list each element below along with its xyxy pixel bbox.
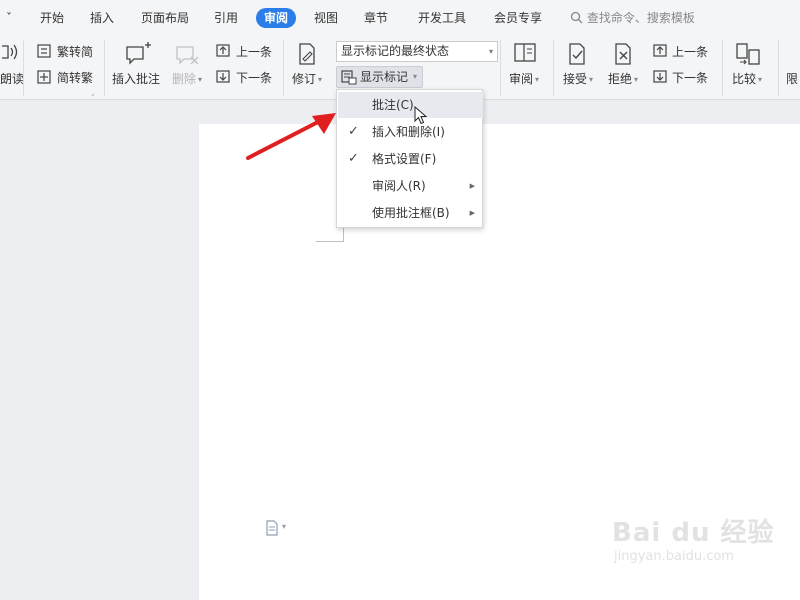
ribbon-separator [553, 40, 554, 96]
reject-change-label: 拒绝 ▾ [608, 72, 639, 86]
tab-home[interactable]: 开始 [40, 8, 64, 28]
chevron-down-icon: ▾ [413, 72, 418, 81]
menu-item-reviewers[interactable]: 审阅人(R) ▶ [338, 173, 483, 199]
ribbon-separator [500, 40, 501, 96]
chevron-down-icon: ▾ [488, 47, 493, 56]
baidu-watermark: Bai du 经验 jingyan.baidu.com [612, 512, 775, 564]
quick-access-more[interactable]: ˇ [6, 8, 12, 28]
chevron-down-icon: ▾ [282, 522, 287, 531]
menu-item-formatting[interactable]: ✓ 格式设置(F) [338, 146, 483, 172]
next-comment-icon [216, 70, 230, 83]
submenu-arrow-icon: ▶ [469, 209, 475, 217]
menu-item-label: 插入和删除(I) [372, 125, 445, 139]
menu-item-label: 使用批注框(B) [372, 206, 450, 220]
ribbon-separator [104, 40, 105, 96]
review-pane-icon [514, 43, 536, 62]
show-markup-menu: 批注(C) ✓ 插入和删除(I) ✓ 格式设置(F) 审阅人(R) ▶ 使用批注… [336, 89, 483, 228]
menu-item-label: 审阅人(R) [372, 179, 426, 193]
compare-icon [736, 43, 760, 65]
mouse-cursor-icon [414, 106, 428, 125]
watermark-brand: Bai du 经验 [612, 518, 775, 548]
insert-comment-label: 插入批注 [112, 72, 161, 86]
tab-sections[interactable]: 章节 [364, 8, 388, 28]
prev-change-icon [653, 44, 667, 57]
trad-to-simp-icon [37, 44, 51, 58]
red-arrow-annotation [246, 113, 336, 160]
tab-bar: ˇ 开始 插入 页面布局 引用 审阅 视图 章节 开发工具 会员专享 查找命令、… [0, 0, 800, 36]
next-change-icon [653, 70, 667, 83]
checkmark-icon: ✓ [348, 124, 359, 139]
tab-developer[interactable]: 开发工具 [418, 8, 466, 28]
simp-to-trad-icon [37, 70, 51, 84]
restrict-editing-label[interactable]: 限 [786, 72, 798, 86]
ribbon-separator [778, 40, 779, 96]
checkmark-icon: ✓ [348, 151, 359, 166]
ribbon-separator [23, 40, 24, 96]
show-markup-icon [341, 70, 357, 85]
show-markup-button[interactable]: 显示标记 ▾ [336, 66, 423, 88]
prev-comment-icon [216, 44, 230, 57]
menu-item-label: 批注(C) [372, 98, 414, 112]
menu-item-balloons[interactable]: 使用批注框(B) ▶ [338, 200, 483, 226]
tab-page-layout[interactable]: 页面布局 [141, 8, 189, 28]
delete-comment-label: 删除 ▾ [172, 72, 203, 86]
review-pane-label: 审阅 ▾ [509, 72, 540, 86]
prev-change-label: 上一条 [672, 45, 709, 59]
compare-label: 比较 ▾ [732, 72, 763, 86]
accept-change-label: 接受 ▾ [563, 72, 594, 86]
next-comment-label: 下一条 [236, 71, 273, 85]
watermark-url: jingyan.baidu.com [614, 549, 734, 564]
tab-insert[interactable]: 插入 [90, 8, 114, 28]
ribbon-separator [283, 40, 284, 96]
search-icon [570, 11, 583, 24]
submenu-arrow-icon: ▶ [469, 182, 475, 190]
insert-comment-icon [126, 42, 151, 65]
page-corner-mark [316, 228, 344, 242]
search-placeholder: 查找命令、搜索模板 [586, 11, 695, 25]
simp-to-trad-label: 简转繁 [57, 71, 94, 85]
tab-view[interactable]: 视图 [314, 8, 338, 28]
markup-state-value: 显示标记的最终状态 [341, 44, 450, 58]
menu-item-insert-delete[interactable]: ✓ 插入和删除(I) [338, 119, 483, 145]
read-aloud-icon [2, 44, 18, 60]
next-change-label: 下一条 [672, 71, 709, 85]
ribbon-separator [722, 40, 723, 96]
markup-state-select[interactable]: 显示标记的最终状态 ▾ [336, 41, 498, 62]
menu-item-comments[interactable]: 批注(C) [338, 92, 483, 118]
show-markup-label: 显示标记 [360, 70, 409, 84]
delete-comment-icon [176, 46, 199, 65]
group-expand-icon[interactable]: ⌟ [91, 89, 94, 97]
prev-comment-label: 上一条 [236, 45, 273, 59]
paste-options-button[interactable]: ▾ [265, 520, 286, 539]
tab-member[interactable]: 会员专享 [494, 8, 542, 28]
accept-change-icon [569, 43, 585, 65]
reject-change-icon [615, 43, 631, 65]
document-icon [266, 520, 278, 536]
trad-to-simp-label: 繁转简 [57, 45, 94, 59]
tab-review[interactable]: 审阅 [256, 8, 297, 28]
command-search[interactable]: 查找命令、搜索模板 [570, 8, 695, 28]
track-changes-icon [299, 43, 315, 65]
tab-references[interactable]: 引用 [214, 8, 238, 28]
track-changes-label: 修订 ▾ [292, 72, 323, 86]
menu-item-label: 格式设置(F) [372, 152, 437, 166]
read-aloud-label: 朗读 [0, 72, 25, 86]
